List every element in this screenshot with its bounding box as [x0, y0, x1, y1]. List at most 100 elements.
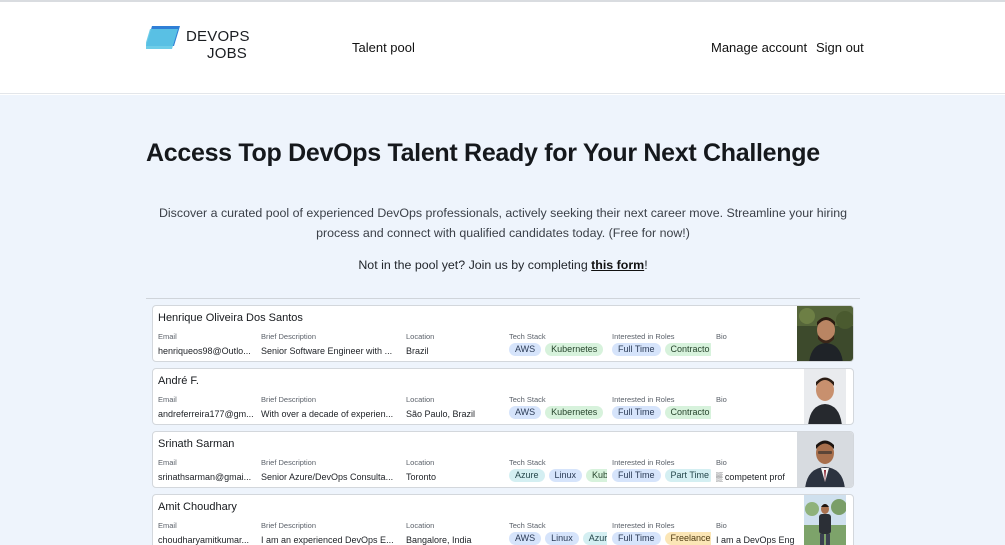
- email-column: Email henriqueos98@Outlo...: [158, 332, 256, 361]
- stack-chip: Azure: [509, 469, 545, 482]
- bio-label: Bio: [716, 458, 727, 467]
- stack-chip: Kubernetes: [545, 406, 604, 419]
- location-label: Location: [406, 395, 435, 404]
- location-label: Location: [406, 458, 435, 467]
- bio-label: Bio: [716, 395, 727, 404]
- nav-talent-pool[interactable]: Talent pool: [352, 40, 415, 55]
- candidate-name: Srinath Sarman: [158, 438, 235, 450]
- avatar-standing-icon: [804, 495, 846, 545]
- brief-label: Brief Description: [261, 395, 317, 404]
- candidate-location: Toronto: [406, 472, 437, 482]
- role-chips: Full Time Part Time: [612, 469, 711, 482]
- candidate-photo: [804, 495, 846, 545]
- location-column: Location Brazil: [406, 332, 504, 361]
- join-form-link[interactable]: this form: [591, 258, 644, 272]
- roles-column: Interested in Roles Full Time Contracto: [612, 332, 711, 361]
- stack-chips: AWS Linux Azure: [509, 532, 607, 545]
- candidate-location: Brazil: [406, 346, 429, 356]
- location-label: Location: [406, 521, 435, 530]
- role-chip: Contracto: [664, 343, 711, 356]
- candidate-brief: Senior Azure/DevOps Consulta...: [261, 472, 394, 482]
- candidate-name: Amit Choudhary: [158, 501, 237, 513]
- candidate-bio: ▒ competent prof: [716, 472, 785, 482]
- candidate-brief: Senior Software Engineer with ...: [261, 346, 393, 356]
- brief-column: Brief Description I am an experienced De…: [261, 521, 401, 545]
- stack-column: Tech Stack AWS Linux Azure: [509, 521, 607, 545]
- bio-column: Bio: [716, 395, 796, 424]
- candidate-email: andreferreira177@gm...: [158, 409, 254, 419]
- roles-label: Interested in Roles: [612, 458, 675, 467]
- email-label: Email: [158, 395, 177, 404]
- candidate-photo: [804, 369, 846, 424]
- stack-chip: AWS: [509, 406, 542, 419]
- roles-label: Interested in Roles: [612, 395, 675, 404]
- logo-mark-icon: [146, 26, 180, 49]
- hero-description: Discover a curated pool of experienced D…: [158, 206, 847, 240]
- role-chips: Full Time Freelance: [612, 532, 711, 545]
- location-column: Location Toronto: [406, 458, 504, 487]
- candidate-brief: With over a decade of experien...: [261, 409, 394, 419]
- candidate-name: Henrique Oliveira Dos Santos: [158, 312, 303, 324]
- location-column: Location Bangalore, India: [406, 521, 504, 545]
- stack-label: Tech Stack: [509, 458, 546, 467]
- role-chip: Freelance: [664, 532, 711, 545]
- logo-line-2: JOBS: [207, 45, 247, 62]
- roles-label: Interested in Roles: [612, 332, 675, 341]
- stack-chip: AWS: [509, 532, 542, 545]
- stack-chips: AWS Kubernetes: [509, 343, 607, 356]
- stack-chip: Azure: [582, 532, 607, 545]
- stack-chip: Kubernetes: [545, 343, 604, 356]
- candidate-bio: I am a DevOps Eng: [716, 535, 795, 545]
- candidate-name: André F.: [158, 375, 199, 387]
- avatar-outdoor-icon: [797, 306, 853, 361]
- roles-label: Interested in Roles: [612, 521, 675, 530]
- join-pool-text: Not in the pool yet? Join us by completi…: [146, 258, 860, 272]
- logo-line-1: DEVOPS: [186, 28, 250, 45]
- stack-column: Tech Stack AWS Kubernetes: [509, 395, 607, 424]
- stack-column: Tech Stack AWS Kubernetes: [509, 332, 607, 361]
- role-chip: Full Time: [612, 532, 661, 545]
- stack-label: Tech Stack: [509, 395, 546, 404]
- location-label: Location: [406, 332, 435, 341]
- role-chip: Full Time: [612, 469, 661, 482]
- candidate-card[interactable]: André F. Email andreferreira177@gm... Br…: [152, 368, 854, 425]
- stack-chip: AWS: [509, 343, 542, 356]
- stack-chip: Kub: [586, 469, 607, 482]
- brief-label: Brief Description: [261, 458, 317, 467]
- bio-label: Bio: [716, 521, 727, 530]
- stack-chip: Linux: [548, 469, 583, 482]
- stack-chip: Linux: [545, 532, 579, 545]
- nav-sign-out[interactable]: Sign out: [816, 40, 864, 55]
- candidate-email: srinathsarman@gmai...: [158, 472, 252, 482]
- section-divider: [146, 298, 860, 299]
- bio-column: Bio ▒ competent prof: [716, 458, 796, 487]
- main-content: Access Top DevOps Talent Ready for Your …: [0, 95, 1005, 545]
- avatar-portrait-icon: [804, 369, 846, 424]
- site-header: DEVOPS JOBS Talent pool Manage account S…: [0, 2, 1005, 94]
- nav-manage-account[interactable]: Manage account: [711, 40, 807, 55]
- roles-column: Interested in Roles Full Time Freelance: [612, 521, 711, 545]
- candidate-card[interactable]: Amit Choudhary Email choudharyamitkumar.…: [152, 494, 854, 545]
- email-column: Email andreferreira177@gm...: [158, 395, 256, 424]
- role-chip: Full Time: [612, 406, 661, 419]
- candidate-photo: [797, 306, 853, 361]
- stack-chips: Azure Linux Kub: [509, 469, 607, 482]
- join-prefix: Not in the pool yet? Join us by completi…: [358, 258, 592, 272]
- bio-label: Bio: [716, 332, 727, 341]
- candidate-email: choudharyamitkumar...: [158, 535, 250, 545]
- role-chips: Full Time Contracto: [612, 343, 711, 356]
- join-suffix: !: [644, 258, 648, 272]
- stack-label: Tech Stack: [509, 332, 546, 341]
- site-logo[interactable]: DEVOPS JOBS: [146, 24, 256, 64]
- location-column: Location São Paulo, Brazil: [406, 395, 504, 424]
- email-column: Email choudharyamitkumar...: [158, 521, 256, 545]
- candidate-card[interactable]: Srinath Sarman Email srinathsarman@gmai.…: [152, 431, 854, 488]
- candidate-brief: I am an experienced DevOps E...: [261, 535, 394, 545]
- role-chip: Contracto: [664, 406, 711, 419]
- brief-column: Brief Description With over a decade of …: [261, 395, 401, 424]
- email-column: Email srinathsarman@gmai...: [158, 458, 256, 487]
- brief-column: Brief Description Senior Software Engine…: [261, 332, 401, 361]
- bio-column: Bio I am a DevOps Eng: [716, 521, 796, 545]
- candidate-card[interactable]: Henrique Oliveira Dos Santos Email henri…: [152, 305, 854, 362]
- candidate-photo: [797, 432, 853, 487]
